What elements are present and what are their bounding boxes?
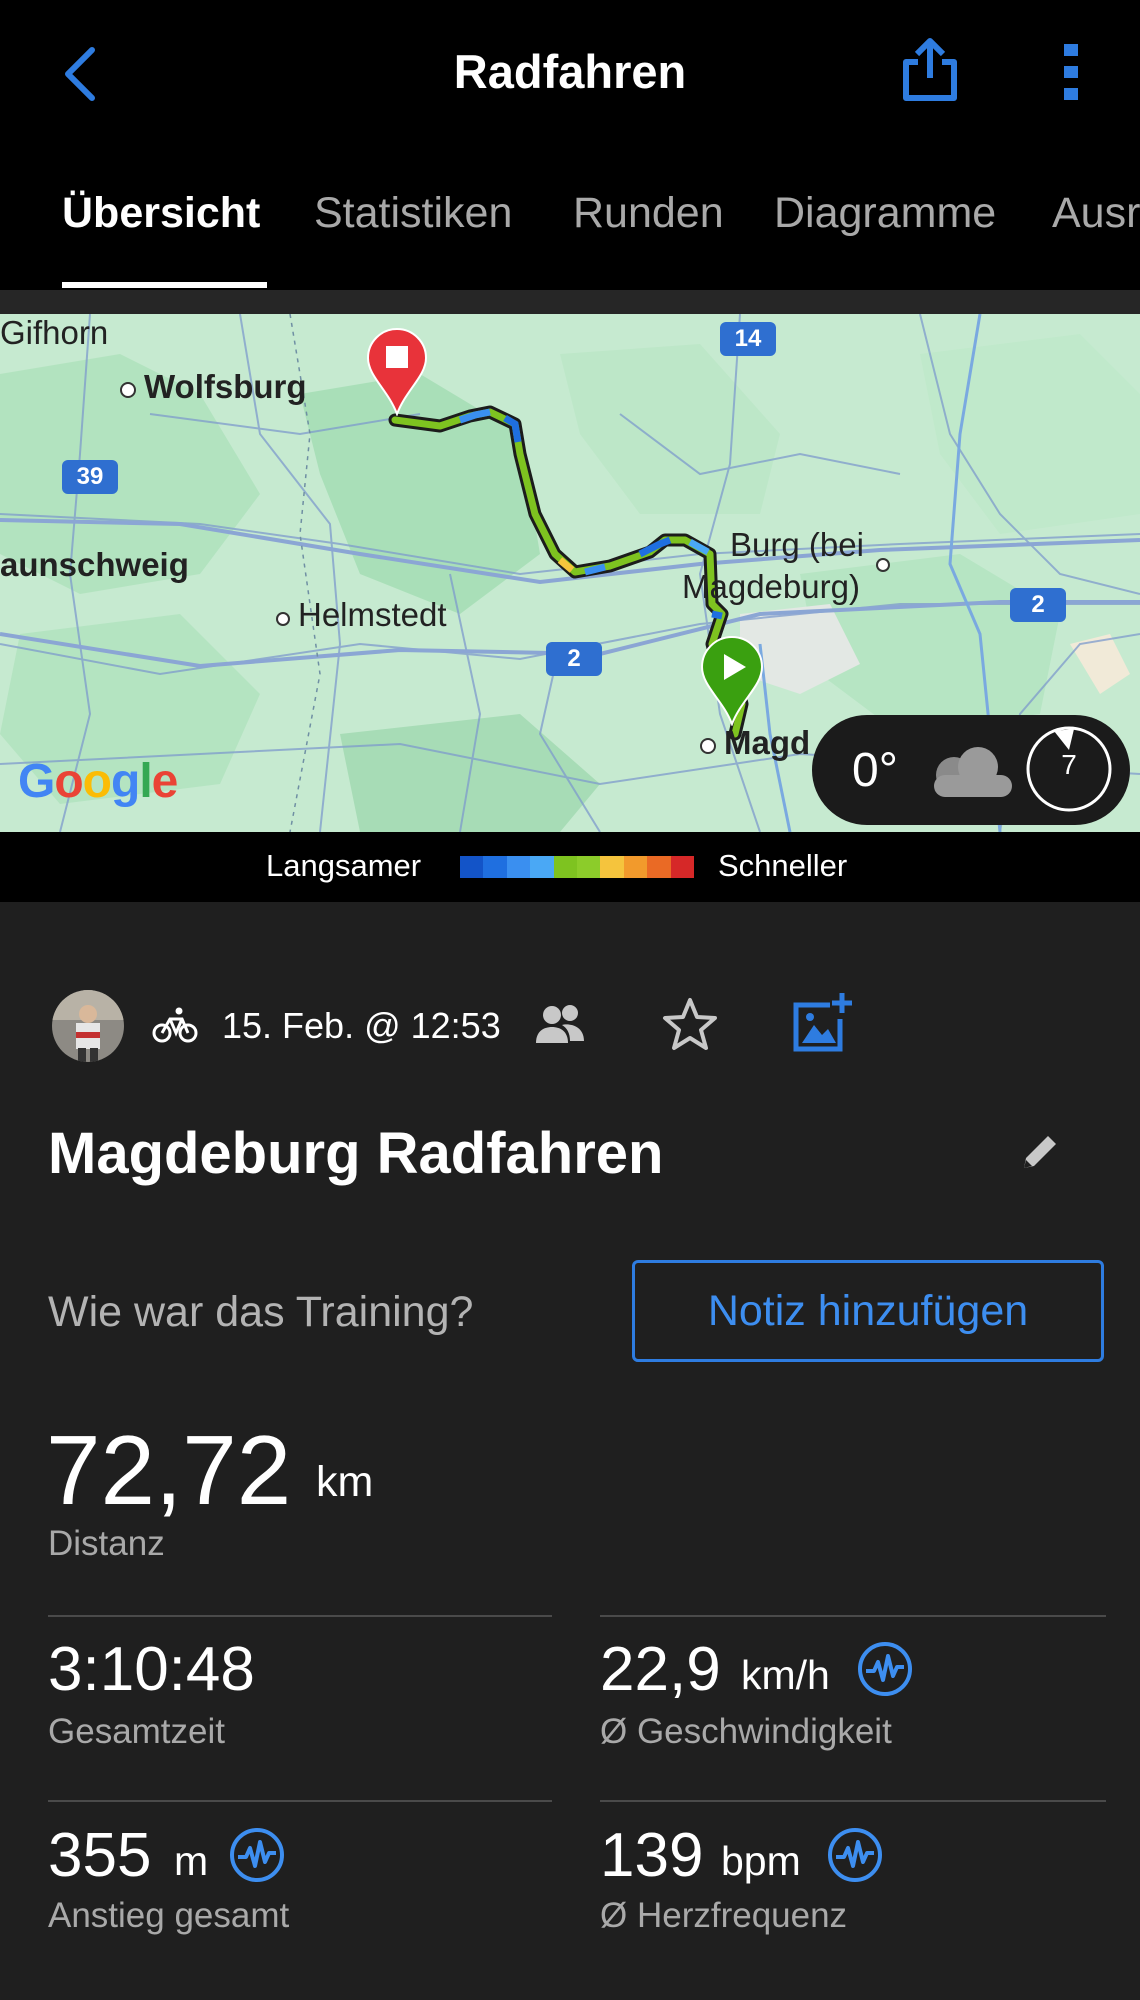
legend-slow-label: Langsamer (266, 848, 422, 883)
legend-swatch-0 (460, 856, 484, 878)
start-marker-icon (700, 636, 764, 726)
activity-pulse-icon[interactable] (228, 1826, 286, 1884)
page-title: Radfahren (453, 45, 687, 98)
avg-heart-rate-label: Ø Herzfrequenz (600, 1896, 848, 1935)
distance-unit: km (316, 1458, 374, 1506)
avg-speed-label: Ø Geschwindigkeit (600, 1712, 892, 1751)
tab-statistics[interactable]: Statistiken (314, 189, 512, 238)
legend-swatch-2 (506, 856, 531, 878)
divider (600, 1800, 1106, 1802)
more-vertical-icon[interactable] (1056, 42, 1086, 102)
avg-heart-rate-unit: bpm (721, 1838, 801, 1884)
legend-swatch-4 (553, 856, 578, 878)
top-bar: Radfahren (0, 0, 1140, 145)
add-note-button[interactable]: Notiz hinzufügen (632, 1260, 1104, 1362)
avatar[interactable] (52, 990, 124, 1062)
activity-pulse-icon[interactable] (856, 1640, 914, 1698)
map-label-magdeburg: Magd (700, 724, 810, 762)
total-ascent-label: Anstieg gesamt (48, 1896, 290, 1935)
legend-swatch-5 (577, 856, 601, 878)
distance-value: 72,72 (46, 1415, 292, 1525)
activity-pulse-icon[interactable] (826, 1826, 884, 1884)
legend-swatch-8 (647, 856, 671, 878)
divider-bar (0, 290, 1140, 314)
tab-equipment[interactable]: Ausr (1052, 189, 1140, 238)
map-label-braunschweig: aunschweig (0, 546, 189, 583)
cloud-icon (934, 747, 1012, 797)
distance-label: Distanz (48, 1524, 165, 1563)
legend-swatch-7 (623, 856, 648, 878)
google-logo: Google (18, 755, 178, 808)
legend-swatch-3 (530, 856, 554, 878)
total-ascent-unit: m (174, 1838, 209, 1884)
road-shield-a14: 14 (720, 322, 776, 356)
map-label-burg: Burg (bei (730, 526, 864, 563)
activity-title: Magdeburg Radfahren (48, 1121, 664, 1186)
total-ascent-value: 355 (48, 1821, 152, 1890)
divider (600, 1615, 1106, 1617)
pencil-icon[interactable] (1018, 1130, 1062, 1174)
total-time-value: 3:10:48 (48, 1635, 255, 1704)
legend-fast-label: Schneller (718, 848, 848, 883)
activity-date: 15. Feb. @ 12:53 (222, 1005, 501, 1046)
legend-swatch-6 (600, 856, 624, 878)
divider (48, 1800, 552, 1802)
weather-temperature: 0° (852, 744, 898, 797)
map-label-burg-line2: Magdeburg) (682, 568, 860, 605)
map-label-gifhorn: Gifhorn (0, 314, 109, 351)
training-question: Wie war das Training? (48, 1288, 474, 1336)
road-shield-a39: 39 (62, 460, 118, 494)
finish-marker-icon (366, 328, 428, 416)
people-icon[interactable] (532, 1001, 588, 1049)
activity-meta-row: 15. Feb. @ 12:53 (0, 985, 1140, 1065)
total-time-label: Gesamtzeit (48, 1712, 225, 1751)
tab-laps[interactable]: Runden (573, 189, 724, 238)
tab-charts[interactable]: Diagramme (774, 189, 996, 238)
map-label-wolfsburg: Wolfsburg (120, 368, 307, 406)
share-icon[interactable] (900, 36, 960, 102)
legend-color-bar (460, 856, 695, 878)
wind-speed: 7 (1061, 749, 1077, 780)
tab-overview[interactable]: Übersicht (62, 189, 260, 238)
bicycle-icon (152, 1007, 198, 1043)
avg-heart-rate-value: 139 (600, 1821, 704, 1890)
map-label-helmstedt: Helmstedt (276, 596, 447, 634)
legend-swatch-9 (670, 856, 695, 878)
weather-widget: 0° 7 (812, 715, 1130, 825)
avg-speed-unit: km/h (741, 1652, 830, 1698)
add-photo-icon[interactable] (790, 991, 854, 1055)
tab-bar: Übersicht Statistiken Runden Diagramme A… (0, 145, 1140, 290)
road-shield-a2: 2 (546, 642, 602, 676)
road-shield-a2-east: 2 (1010, 588, 1066, 622)
divider (48, 1615, 552, 1617)
map-city-dot (876, 558, 890, 572)
avg-speed-value: 22,9 (600, 1635, 721, 1704)
legend-swatch-1 (483, 856, 507, 878)
speed-legend: Langsamer Schneller (0, 832, 1140, 902)
active-tab-indicator (62, 282, 267, 288)
star-icon[interactable] (660, 995, 720, 1055)
